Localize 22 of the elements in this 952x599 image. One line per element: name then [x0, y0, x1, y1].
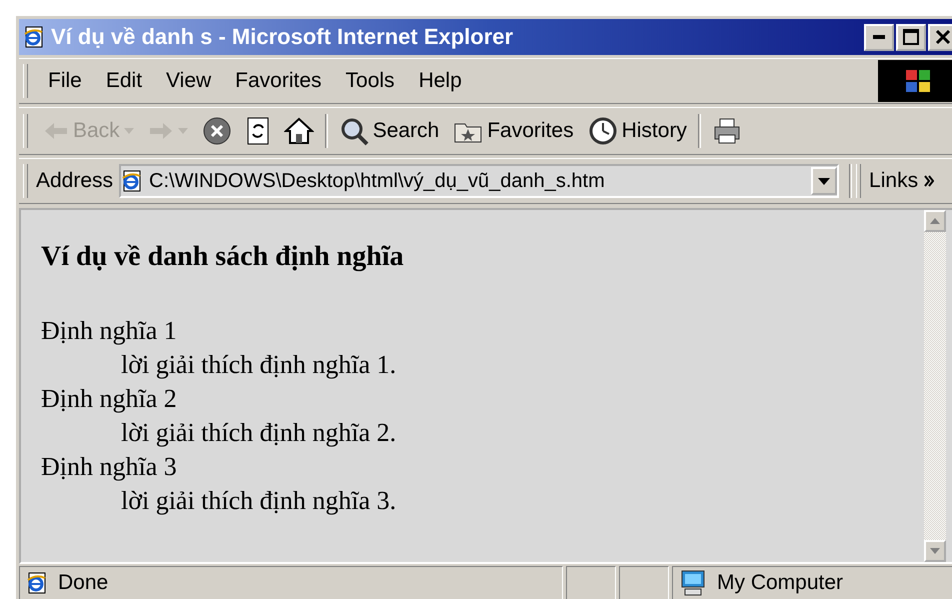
address-label: Address [36, 169, 114, 193]
menu-item[interactable]: File [36, 65, 94, 97]
menu-item[interactable]: Help [406, 65, 474, 97]
address-field[interactable]: C:\WINDOWS\Desktop\html\vý_dụ_vũ_danh_s.htm [119, 164, 840, 198]
menu-item[interactable]: Tools [334, 65, 407, 97]
links-label[interactable]: Links [869, 169, 918, 193]
history-button[interactable]: History [580, 112, 694, 150]
menu-item[interactable]: View [154, 65, 224, 97]
search-button[interactable]: Search [332, 112, 446, 150]
definition-text: lời giải thích định nghĩa 1. [121, 350, 396, 379]
definition-text: lời giải thích định nghĩa 3. [121, 486, 396, 515]
status-text: Done [58, 571, 108, 595]
definition-term: Định nghĩa 2 [41, 383, 178, 415]
window-title: Ví dụ về danh s - Microsoft Internet Explorer [51, 24, 514, 50]
menu-item[interactable]: Edit [94, 65, 154, 97]
favorites-button[interactable]: Favorites [446, 114, 581, 148]
definition-text: lời giải thích định nghĩa 2. [121, 418, 396, 447]
page-heading: Ví dụ về danh sách định nghĩa [41, 240, 405, 274]
definition-term: Định nghĩa 1 [41, 315, 178, 347]
definition-term: Định nghĩa 3 [41, 451, 178, 483]
zone-text: My Computer [717, 571, 844, 595]
menu-item[interactable]: Favorites [223, 65, 334, 97]
